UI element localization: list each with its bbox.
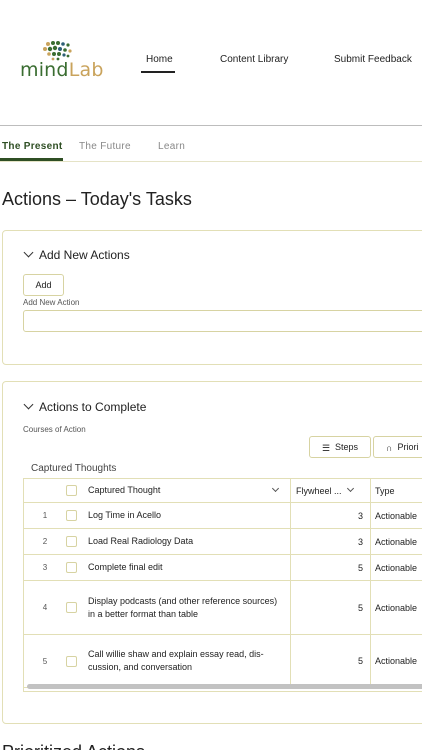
table-row[interactable]: 1 Log Time in Acello 3 Actionable bbox=[24, 503, 422, 529]
thought-cell: Log Time in Acello bbox=[88, 510, 162, 520]
captured-thoughts-table: Captured Thought Flywheel ... Type 1 Log… bbox=[23, 478, 422, 692]
flywheel-cell: 5 bbox=[290, 635, 370, 687]
type-cell: Actionable bbox=[370, 635, 422, 687]
thought-cell: Display podcasts (and other reference so… bbox=[88, 595, 278, 619]
row-checkbox-cell bbox=[66, 581, 84, 634]
thought-cell: Complete final edit bbox=[88, 562, 163, 572]
row-checkbox[interactable] bbox=[66, 655, 77, 667]
row-number: 1 bbox=[42, 511, 48, 520]
table-header-row: Captured Thought Flywheel ... Type bbox=[24, 479, 422, 503]
tab-learn[interactable]: Learn bbox=[158, 141, 185, 152]
column-header-thought[interactable]: Captured Thought bbox=[88, 479, 288, 502]
table-row[interactable]: 3 Complete final edit 5 Actionable bbox=[24, 555, 422, 581]
column-type-label: Type bbox=[375, 485, 395, 496]
flywheel-cell: 3 bbox=[290, 529, 370, 554]
page-title: Actions – Today's Tasks bbox=[2, 189, 192, 209]
horizontal-scrollbar[interactable] bbox=[27, 684, 422, 689]
thought-cell: Call willie shaw and explain essay read,… bbox=[88, 649, 264, 672]
row-checkbox[interactable] bbox=[66, 562, 77, 573]
chevron-down-icon[interactable] bbox=[271, 484, 280, 493]
prioritized-actions-title: Prioritized Actions bbox=[2, 742, 145, 750]
mindlab-logo[interactable]: mindLab bbox=[20, 40, 105, 85]
add-button[interactable]: Add bbox=[23, 274, 64, 296]
row-checkbox-cell bbox=[66, 503, 84, 528]
nav-content-library[interactable]: Content Library bbox=[220, 54, 288, 65]
add-actions-card: Add New Actions Add Add New Action bbox=[2, 230, 422, 365]
list-icon: ☰ bbox=[321, 442, 331, 453]
add-action-label: Add New Action bbox=[23, 298, 80, 307]
steps-button-label: Steps bbox=[335, 442, 359, 452]
actions-to-complete-title: Actions to Complete bbox=[39, 400, 147, 414]
row-number: 3 bbox=[42, 563, 48, 572]
logo-wordmark: mindLab bbox=[20, 59, 104, 81]
priority-button[interactable]: ∩ Priori bbox=[373, 436, 422, 458]
logo-mind-text: mind bbox=[20, 59, 69, 81]
logo-lab-text: Lab bbox=[68, 59, 104, 81]
thought-cell: Load Real Radiology Data bbox=[88, 536, 194, 546]
row-number: 4 bbox=[42, 603, 48, 612]
add-actions-header[interactable]: Add New Actions bbox=[23, 247, 130, 262]
actions-to-complete-card: Actions to Complete Courses of Action ☰ S… bbox=[2, 381, 422, 724]
actions-to-complete-header[interactable]: Actions to Complete bbox=[23, 399, 147, 414]
table-row[interactable]: 5 Call willie shaw and explain essay rea… bbox=[24, 635, 422, 688]
row-number: 5 bbox=[42, 656, 48, 666]
column-flywheel-label: Flywheel ... bbox=[296, 485, 342, 496]
flywheel-cell: 5 bbox=[290, 581, 370, 634]
add-action-input[interactable] bbox=[23, 310, 422, 332]
select-all-cell bbox=[66, 479, 84, 502]
row-checkbox-cell bbox=[66, 635, 84, 687]
chevron-down-icon bbox=[23, 399, 34, 410]
captured-thoughts-label: Captured Thoughts bbox=[31, 463, 117, 474]
columns-icon: ∩ bbox=[386, 442, 393, 453]
courses-of-action-label: Courses of Action bbox=[23, 425, 86, 434]
row-number-header bbox=[24, 479, 66, 502]
type-cell: Actionable bbox=[370, 555, 422, 580]
add-actions-title: Add New Actions bbox=[39, 248, 130, 262]
row-number: 2 bbox=[42, 537, 48, 546]
column-thought-label: Captured Thought bbox=[88, 485, 161, 495]
table-row[interactable]: 4 Display podcasts (and other reference … bbox=[24, 581, 422, 635]
column-header-flywheel[interactable]: Flywheel ... bbox=[290, 479, 370, 502]
row-checkbox-cell bbox=[66, 529, 84, 554]
steps-button[interactable]: ☰ Steps bbox=[309, 436, 371, 458]
nav-home[interactable]: Home bbox=[146, 54, 173, 65]
tab-the-future[interactable]: The Future bbox=[79, 141, 131, 152]
row-checkbox[interactable] bbox=[66, 536, 77, 547]
site-header: mindLab Home Content Library Submit Feed… bbox=[0, 0, 422, 126]
row-checkbox-cell bbox=[66, 555, 84, 580]
flywheel-cell: 5 bbox=[290, 555, 370, 580]
type-cell: Actionable bbox=[370, 581, 422, 634]
type-cell: Actionable bbox=[370, 503, 422, 528]
row-checkbox[interactable] bbox=[66, 602, 77, 613]
select-all-checkbox[interactable] bbox=[66, 485, 77, 496]
chevron-down-icon[interactable] bbox=[346, 484, 354, 493]
nav-active-indicator bbox=[141, 71, 175, 73]
priority-button-label: Priori bbox=[397, 442, 419, 452]
type-cell: Actionable bbox=[370, 529, 422, 554]
tab-active-indicator bbox=[0, 158, 63, 161]
flywheel-cell: 3 bbox=[290, 503, 370, 528]
tab-bar: The Present The Future Learn bbox=[0, 126, 422, 162]
chevron-down-icon bbox=[23, 247, 34, 258]
nav-submit-feedback[interactable]: Submit Feedback bbox=[334, 54, 412, 65]
table-row[interactable]: 2 Load Real Radiology Data 3 Actionable bbox=[24, 529, 422, 555]
row-checkbox[interactable] bbox=[66, 510, 77, 521]
column-header-type[interactable]: Type bbox=[370, 479, 422, 502]
tab-the-present[interactable]: The Present bbox=[2, 141, 63, 152]
